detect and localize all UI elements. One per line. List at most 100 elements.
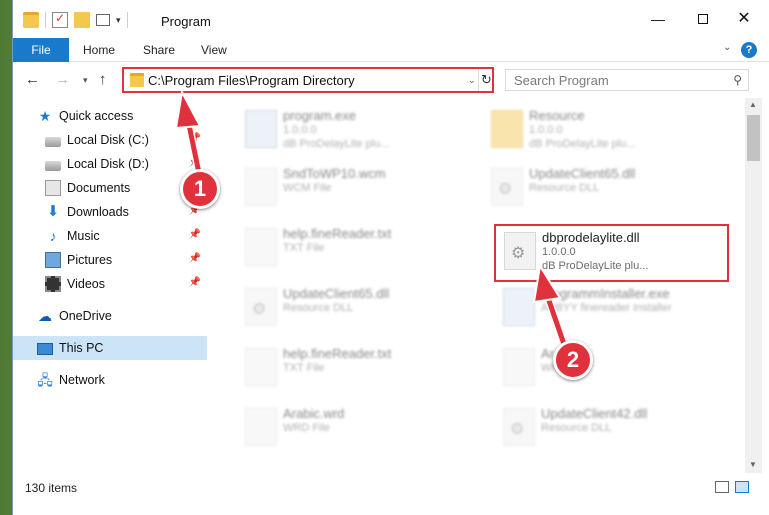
file-tile[interactable]: Resource 1.0.0.0 dB ProDelayLite plu... <box>483 104 723 156</box>
scrollbar-thumb[interactable] <box>747 115 760 161</box>
sidebar-item-label: This PC <box>59 341 104 355</box>
sidebar-item-music[interactable]: ♪ Music 📌 <box>13 224 207 248</box>
up-arrow-icon[interactable]: ↑ <box>99 71 107 88</box>
file-tile[interactable]: UpdateClient42.dll Resource DLL <box>495 402 735 454</box>
sidebar-item-quick-access[interactable]: ★ Quick access <box>13 104 207 128</box>
scroll-down-arrow-icon[interactable]: ▼ <box>749 460 757 469</box>
sidebar-item-videos[interactable]: Videos 📌 <box>13 272 207 296</box>
pin-icon[interactable]: 📌 <box>189 133 201 144</box>
customize-toolbar-chevron-icon[interactable]: ▾ <box>116 15 121 26</box>
file-detail: 1.0.0.0 <box>283 124 317 136</box>
minimize-button[interactable]: — <box>643 8 673 30</box>
step-2-badge: 2 <box>553 340 593 380</box>
close-button[interactable]: ✕ <box>729 8 759 30</box>
file-icon <box>245 168 277 206</box>
view-toggle-icon[interactable] <box>96 14 110 26</box>
step-1-badge: 1 <box>180 169 220 209</box>
forward-arrow-icon[interactable]: → <box>55 71 70 88</box>
sidebar-item-label: Quick access <box>59 109 134 123</box>
sidebar-item-documents[interactable]: Documents 📌 <box>13 176 207 200</box>
window-title: Program <box>161 14 211 29</box>
maximize-icon <box>698 14 708 24</box>
maximize-button[interactable] <box>688 8 718 30</box>
sidebar-item-pictures[interactable]: Pictures 📌 <box>13 248 207 272</box>
sidebar-item-label: Downloads <box>67 205 129 219</box>
videos-icon <box>45 276 61 292</box>
file-name: UpdateClient65.dll <box>283 286 390 301</box>
help-icon[interactable]: ? <box>741 42 757 58</box>
file-name: programmInstaller.exe <box>541 286 670 301</box>
address-path[interactable]: C:\Program Files\Program Directory <box>148 73 355 88</box>
file-name: UpdateClient42.dll <box>541 406 648 421</box>
file-tile[interactable]: program.exe 1.0.0.0 dB ProDelayLite plu.… <box>237 104 477 156</box>
properties-icon[interactable] <box>52 11 68 28</box>
ribbon-tabs: File Home Share View ⌄ ? <box>13 38 769 62</box>
scroll-up-arrow-icon[interactable]: ▲ <box>749 100 757 109</box>
pictures-icon <box>45 252 61 268</box>
dbprodelaylite-dll-tile[interactable]: dbprodelaylite.dll 1.0.0.0 dB ProDelayLi… <box>494 224 729 282</box>
sidebar-item-network[interactable]: 🖧 Network <box>13 368 207 392</box>
vertical-scrollbar[interactable]: ▲ ▼ <box>745 98 762 473</box>
file-tile[interactable]: help.fineReader.txt TXT File <box>237 342 477 394</box>
disk-icon <box>45 136 61 147</box>
folder-icon <box>491 110 523 148</box>
tab-home[interactable]: Home <box>83 38 115 62</box>
tab-share[interactable]: Share <box>143 38 175 62</box>
file-tile[interactable]: programmInstaller.exe ABBYY finereader I… <box>495 282 735 334</box>
navigation-pane: ★ Quick access Local Disk (C:) 📌 Local D… <box>13 98 211 473</box>
pin-icon[interactable]: 📌 <box>189 229 201 240</box>
sidebar-item-this-pc[interactable]: This PC <box>13 336 207 360</box>
toolbar-divider <box>45 12 46 28</box>
sidebar-item-downloads[interactable]: ⬇ Downloads 📌 <box>13 200 207 224</box>
file-tile[interactable]: UpdateClient65.dll Resource DLL <box>483 162 723 214</box>
dll-file-icon <box>245 288 277 326</box>
status-bar: 130 items <box>13 473 769 501</box>
star-icon: ★ <box>38 108 52 124</box>
folder-icon <box>23 12 39 28</box>
file-tile[interactable]: SndToWP10.wcm WCM File <box>237 162 477 214</box>
file-name: program.exe <box>283 108 356 123</box>
file-tile[interactable]: UpdateClient65.dll Resource DLL <box>237 282 477 334</box>
refresh-icon[interactable]: ↻ <box>478 69 494 91</box>
back-arrow-icon[interactable]: ← <box>25 71 40 88</box>
details-view-icon[interactable] <box>715 481 729 493</box>
file-tile[interactable]: Arabic WRD <box>495 342 735 394</box>
sidebar-item-local-disk-d[interactable]: Local Disk (D:) 📌 <box>13 152 207 176</box>
file-tile[interactable]: help.fineReader.txt TXT File <box>237 222 477 274</box>
this-pc-icon <box>37 343 53 355</box>
address-dropdown-chevron-icon[interactable]: ⌄ <box>468 75 476 86</box>
file-detail: Resource DLL <box>283 302 354 314</box>
title-bar: ▾ Program — ✕ <box>13 0 769 38</box>
expand-ribbon-chevron-icon[interactable]: ⌄ <box>723 42 731 53</box>
tab-view[interactable]: View <box>201 38 227 62</box>
downloads-icon: ⬇ <box>46 203 60 220</box>
exe-file-icon <box>245 110 277 148</box>
recent-locations-chevron-icon[interactable]: ▾ <box>83 75 88 86</box>
file-detail: WRD File <box>283 422 331 434</box>
pin-icon[interactable]: 📌 <box>189 253 201 264</box>
sidebar-item-label: Pictures <box>67 253 113 267</box>
file-name: help.fineReader.txt <box>283 226 392 241</box>
sidebar-item-onedrive[interactable]: ☁ OneDrive <box>13 304 207 328</box>
new-folder-icon[interactable] <box>74 12 90 28</box>
file-name: dbprodelaylite.dll <box>542 230 640 245</box>
tab-file[interactable]: File <box>13 38 69 62</box>
dll-file-icon <box>503 408 535 446</box>
pin-icon[interactable]: 📌 <box>189 277 201 288</box>
tiles-view-icon[interactable] <box>735 481 749 493</box>
item-count: 130 items <box>25 481 78 495</box>
file-detail: WCM File <box>283 182 332 194</box>
sidebar-item-label: Network <box>59 373 105 387</box>
folder-icon <box>130 73 144 87</box>
file-version: 1.0.0.0 <box>542 246 576 258</box>
search-input[interactable]: Search Program ⚲ <box>505 69 749 91</box>
disk-icon <box>45 160 61 171</box>
pin-icon[interactable]: 📌 <box>189 157 201 168</box>
file-name: Resource <box>529 108 585 123</box>
sidebar-item-local-disk-c[interactable]: Local Disk (C:) 📌 <box>13 128 207 152</box>
file-tile[interactable]: Arabic.wrd WRD File <box>237 402 477 454</box>
file-icon <box>245 348 277 386</box>
file-icon <box>245 228 277 266</box>
address-bar[interactable]: C:\Program Files\Program Directory ⌄ ↻ <box>122 67 494 93</box>
file-detail: dB ProDelayLite plu... <box>529 138 636 150</box>
